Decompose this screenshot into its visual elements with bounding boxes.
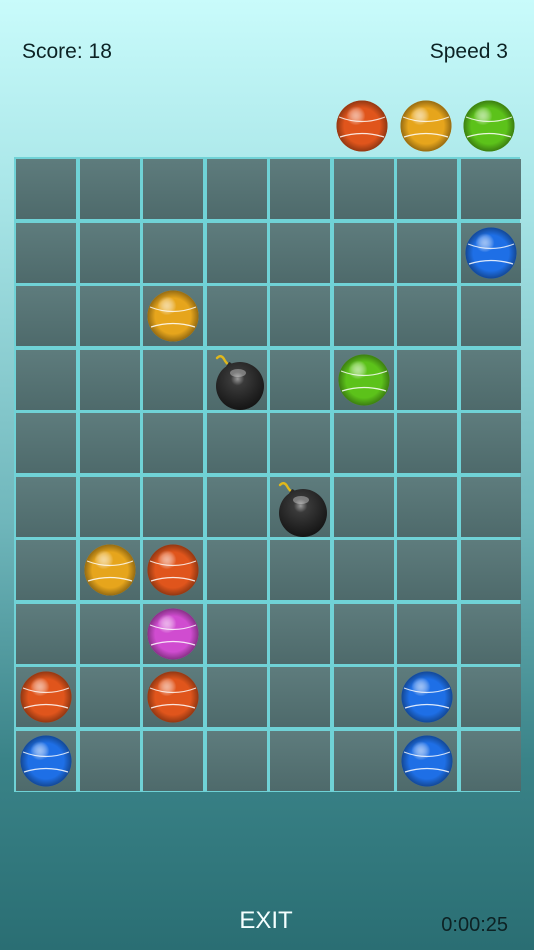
board-cell[interactable] bbox=[206, 540, 267, 600]
board-cell[interactable] bbox=[397, 540, 457, 600]
ball-blue[interactable] bbox=[20, 735, 72, 787]
board-cell[interactable] bbox=[16, 413, 76, 473]
board-cell[interactable] bbox=[397, 286, 457, 346]
board-cell[interactable] bbox=[397, 159, 457, 219]
board-cell[interactable] bbox=[333, 159, 394, 219]
board-cell[interactable] bbox=[143, 413, 203, 473]
board-cell[interactable] bbox=[270, 540, 330, 600]
board-cell[interactable] bbox=[333, 730, 394, 791]
board-cell[interactable] bbox=[460, 413, 521, 473]
board-cell[interactable] bbox=[270, 667, 330, 727]
board-cell[interactable] bbox=[206, 222, 267, 283]
board-cell[interactable] bbox=[79, 667, 140, 727]
board-cell[interactable] bbox=[79, 730, 140, 791]
elapsed-timer: 0:00:25 bbox=[441, 914, 508, 936]
exit-button[interactable]: EXIT bbox=[210, 903, 322, 939]
board-cell[interactable] bbox=[206, 476, 267, 537]
next-ball-green bbox=[463, 100, 515, 152]
board-cell[interactable] bbox=[16, 540, 76, 600]
ball-blue[interactable] bbox=[465, 227, 517, 279]
score-label: Score: 18 bbox=[22, 40, 112, 63]
board-cell[interactable] bbox=[460, 730, 521, 791]
ball-red[interactable] bbox=[147, 544, 199, 596]
board-cell[interactable] bbox=[270, 159, 330, 219]
board-cell[interactable] bbox=[333, 413, 394, 473]
board-cell[interactable] bbox=[143, 476, 203, 537]
board-cell[interactable] bbox=[333, 222, 394, 283]
game-board[interactable] bbox=[14, 157, 521, 792]
board-cell[interactable] bbox=[206, 667, 267, 727]
board-cell[interactable] bbox=[206, 159, 267, 219]
board-cell[interactable] bbox=[16, 603, 76, 664]
board-cell[interactable] bbox=[270, 286, 330, 346]
board-cell[interactable] bbox=[79, 603, 140, 664]
board-cell[interactable] bbox=[206, 603, 267, 664]
board-cell[interactable] bbox=[143, 222, 203, 283]
board-cell[interactable] bbox=[397, 349, 457, 410]
board-cell[interactable] bbox=[206, 730, 267, 791]
board-cell[interactable] bbox=[16, 286, 76, 346]
next-ball-red bbox=[336, 100, 388, 152]
speed-label: Speed 3 bbox=[429, 40, 508, 63]
board-cell[interactable] bbox=[143, 159, 203, 219]
board-cell[interactable] bbox=[270, 413, 330, 473]
ball-green[interactable] bbox=[338, 354, 390, 406]
board-cell[interactable] bbox=[397, 476, 457, 537]
board-cell[interactable] bbox=[206, 413, 267, 473]
board-cell[interactable] bbox=[333, 540, 394, 600]
board-cell[interactable] bbox=[270, 603, 330, 664]
board-cell[interactable] bbox=[270, 222, 330, 283]
board-cell[interactable] bbox=[460, 286, 521, 346]
board-cell[interactable] bbox=[460, 603, 521, 664]
board-cell[interactable] bbox=[460, 349, 521, 410]
board-cell[interactable] bbox=[270, 730, 330, 791]
ball-purple[interactable] bbox=[147, 608, 199, 660]
board-cell[interactable] bbox=[16, 222, 76, 283]
board-cell[interactable] bbox=[460, 159, 521, 219]
board-cell[interactable] bbox=[397, 222, 457, 283]
board-cell[interactable] bbox=[16, 349, 76, 410]
ball-orange[interactable] bbox=[84, 544, 136, 596]
board-cell[interactable] bbox=[16, 159, 76, 219]
board-cell[interactable] bbox=[206, 286, 267, 346]
board-cell[interactable] bbox=[79, 476, 140, 537]
ball-red[interactable] bbox=[147, 671, 199, 723]
next-balls-preview bbox=[336, 100, 516, 152]
board-cell[interactable] bbox=[397, 603, 457, 664]
board-cell[interactable] bbox=[270, 349, 330, 410]
board-cell[interactable] bbox=[79, 222, 140, 283]
board-cell[interactable] bbox=[397, 413, 457, 473]
board-cell[interactable] bbox=[79, 286, 140, 346]
board-cell[interactable] bbox=[79, 349, 140, 410]
board-cell[interactable] bbox=[333, 286, 394, 346]
board-cell[interactable] bbox=[79, 413, 140, 473]
next-ball-orange bbox=[400, 100, 452, 152]
board-cell[interactable] bbox=[460, 667, 521, 727]
ball-blue[interactable] bbox=[401, 671, 453, 723]
ball-blue[interactable] bbox=[401, 735, 453, 787]
board-cell[interactable] bbox=[143, 730, 203, 791]
board-cell[interactable] bbox=[460, 540, 521, 600]
bomb-icon[interactable] bbox=[207, 350, 267, 410]
board-cell[interactable] bbox=[143, 349, 203, 410]
ball-orange[interactable] bbox=[147, 290, 199, 342]
board-cell[interactable] bbox=[333, 476, 394, 537]
ball-red[interactable] bbox=[20, 671, 72, 723]
bomb-icon[interactable] bbox=[270, 477, 330, 537]
board-cell[interactable] bbox=[333, 603, 394, 664]
board-cell[interactable] bbox=[333, 667, 394, 727]
board-cell[interactable] bbox=[79, 159, 140, 219]
board-cell[interactable] bbox=[460, 476, 521, 537]
board-cell[interactable] bbox=[16, 476, 76, 537]
